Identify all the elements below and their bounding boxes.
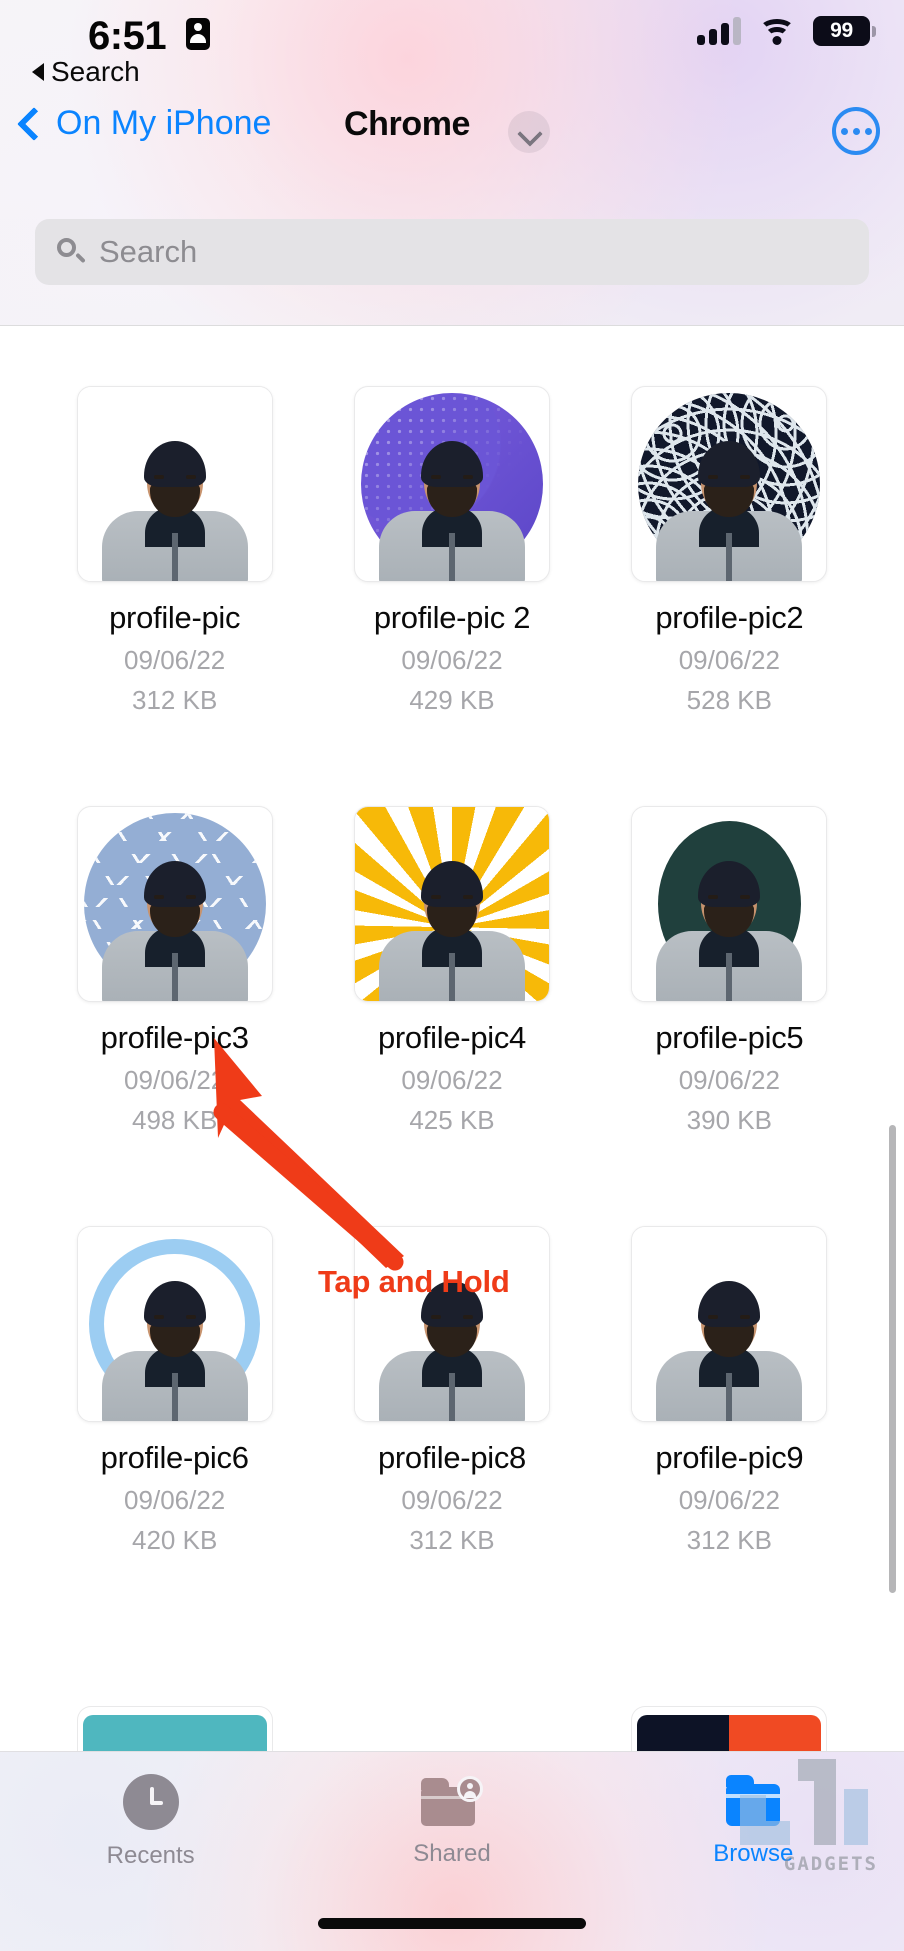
tab-browse[interactable]: Browse [603,1752,904,1951]
next-row-peek [36,1706,868,1751]
file-item[interactable]: profile-pic6 09/06/22 420 KB [36,1226,313,1556]
profile-photo-subject [654,435,804,581]
tab-recents-label: Recents [106,1842,195,1869]
back-to-search-label: Search [51,56,140,87]
profile-photo-subject [100,1275,250,1421]
status-bar-indicators: 99 [697,16,876,46]
battery-level-label: 99 [813,16,870,46]
file-date: 09/06/22 [678,645,780,675]
top-chrome: 6:51 Search 99 On My iPhone Chrome Searc… [0,0,904,326]
file-name: profile-pic5 [655,1020,804,1055]
file-thumbnail[interactable] [353,386,550,582]
file-item[interactable]: profile-pic4 09/06/22 425 KB [313,806,590,1136]
peek-item-1[interactable] [36,1706,313,1751]
navigation-bar: On My iPhone Chrome [0,98,904,168]
file-name: profile-pic6 [100,1440,249,1475]
file-date: 09/06/22 [124,1485,226,1515]
file-name: profile-pic 2 [373,600,531,635]
file-name: profile-pic3 [100,1020,249,1055]
file-name: profile-pic4 [377,1020,526,1055]
profile-photo-subject [654,855,804,1001]
page-title: Chrome [344,105,471,143]
search-placeholder: Search [99,234,198,269]
tab-shared-label: Shared [413,1840,491,1867]
home-indicator [318,1918,586,1929]
files-app-screen: 6:51 Search 99 On My iPhone Chrome Searc… [0,0,904,1951]
file-size: 312 KB [686,1525,772,1555]
file-thumbnail[interactable] [76,1226,273,1422]
search-input[interactable]: Search [35,219,869,285]
back-to-search-button[interactable]: Search [32,56,140,88]
file-size: 312 KB [132,685,218,715]
file-size: 425 KB [409,1105,495,1135]
file-size: 429 KB [409,685,495,715]
tab-recents[interactable]: Recents [0,1752,301,1951]
nav-back-label: On My iPhone [56,104,272,142]
tab-browse-label: Browse [713,1840,794,1867]
vertical-scrollbar[interactable] [889,1125,896,1593]
file-size: 312 KB [409,1525,495,1555]
contact-card-icon [186,18,210,50]
annotation-caption: Tap and Hold [318,1264,510,1299]
file-name: profile-pic9 [655,1440,804,1475]
battery-indicator: 99 [813,16,876,46]
file-size: 390 KB [686,1105,772,1135]
file-name: profile-pic8 [377,1440,526,1475]
profile-photo-subject [100,855,250,1001]
file-thumbnail[interactable] [76,806,273,1002]
file-size: 420 KB [132,1525,218,1555]
file-date: 09/06/22 [124,1065,226,1095]
file-item[interactable]: profile-pic3 09/06/22 498 KB [36,806,313,1136]
folder-icon [722,1774,784,1828]
status-bar: 6:51 Search 99 [0,0,904,87]
triangle-left-icon [32,63,44,81]
peek-item-3[interactable] [591,1706,868,1751]
file-date: 09/06/22 [124,645,226,675]
file-thumbnail-partial [631,1706,828,1751]
file-thumbnail[interactable] [631,386,828,582]
profile-photo-subject [377,855,527,1001]
file-item[interactable]: profile-pic9 09/06/22 312 KB [591,1226,868,1556]
file-thumbnail[interactable] [76,386,273,582]
search-icon [57,238,85,266]
profile-photo-subject [654,1275,804,1421]
profile-photo-subject [100,435,250,581]
shared-folder-icon [420,1774,483,1828]
file-thumbnail[interactable] [631,806,828,1002]
ellipsis-circle-icon[interactable] [832,107,880,155]
file-date: 09/06/22 [401,645,503,675]
tab-bar: Recents Shared Browse [0,1751,904,1951]
file-item[interactable]: profile-pic 2 09/06/22 429 KB [313,386,590,716]
file-date: 09/06/22 [401,1065,503,1095]
file-thumbnail[interactable] [353,806,550,1002]
file-date: 09/06/22 [678,1065,780,1095]
file-item[interactable]: profile-pic 09/06/22 312 KB [36,386,313,716]
chevron-left-icon [17,106,51,141]
file-grid-container[interactable]: profile-pic 09/06/22 312 KB profile-pic 2 09… [0,326,904,1751]
clock-icon [122,1774,179,1830]
battery-cap-icon [872,25,876,37]
wifi-icon [759,18,795,45]
nav-back-button[interactable]: On My iPhone [17,104,272,143]
cellular-signal-icon [697,17,741,45]
file-size: 498 KB [132,1105,218,1135]
file-thumbnail[interactable] [353,1226,550,1422]
file-grid: profile-pic 09/06/22 312 KB profile-pic 2 09… [0,326,904,1556]
file-name: profile-pic2 [655,600,804,635]
file-thumbnail-partial [76,1706,273,1751]
file-item[interactable]: profile-pic5 09/06/22 390 KB [591,806,868,1136]
status-bar-time: 6:51 [88,14,167,58]
chevron-down-icon[interactable] [508,111,550,153]
profile-photo-subject [377,435,527,581]
file-date: 09/06/22 [678,1485,780,1515]
file-size: 528 KB [686,685,772,715]
file-name: profile-pic [109,600,241,635]
file-date: 09/06/22 [401,1485,503,1515]
file-thumbnail[interactable] [631,1226,828,1422]
file-item[interactable]: profile-pic2 09/06/22 528 KB [591,386,868,716]
